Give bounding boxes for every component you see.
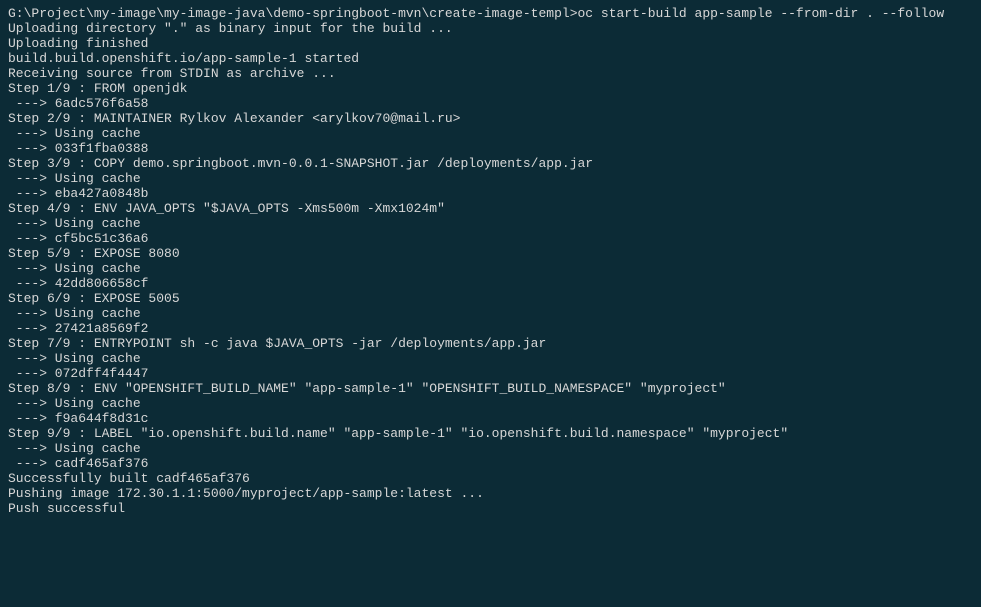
terminal-output-line: Step 8/9 : ENV "OPENSHIFT_BUILD_NAME" "a… <box>8 381 973 396</box>
terminal-output-line: ---> Using cache <box>8 351 973 366</box>
prompt: G:\Project\my-image\my-image-java\demo-s… <box>8 6 578 21</box>
terminal-output-line: ---> 072dff4f4447 <box>8 366 973 381</box>
terminal-output-line: ---> Using cache <box>8 396 973 411</box>
terminal-output-line: Successfully built cadf465af376 <box>8 471 973 486</box>
terminal-output-line: ---> 6adc576f6a58 <box>8 96 973 111</box>
terminal-output-line: Step 5/9 : EXPOSE 8080 <box>8 246 973 261</box>
prompt-line: G:\Project\my-image\my-image-java\demo-s… <box>8 6 973 21</box>
terminal-output-line: ---> Using cache <box>8 216 973 231</box>
terminal-output-line: Step 3/9 : COPY demo.springboot.mvn-0.0.… <box>8 156 973 171</box>
terminal-output-line: ---> Using cache <box>8 441 973 456</box>
terminal-output-line: ---> 033f1fba0388 <box>8 141 973 156</box>
terminal-output-line: Step 9/9 : LABEL "io.openshift.build.nam… <box>8 426 973 441</box>
terminal-window[interactable]: G:\Project\my-image\my-image-java\demo-s… <box>0 0 981 522</box>
terminal-output-line: ---> cf5bc51c36a6 <box>8 231 973 246</box>
terminal-output-line: ---> Using cache <box>8 126 973 141</box>
command-text: oc start-build app-sample --from-dir . -… <box>578 6 945 21</box>
terminal-output-line: ---> Using cache <box>8 261 973 276</box>
terminal-output-line: Push successful <box>8 501 973 516</box>
terminal-output-line: ---> cadf465af376 <box>8 456 973 471</box>
terminal-output-line: build.build.openshift.io/app-sample-1 st… <box>8 51 973 66</box>
terminal-output-line: ---> Using cache <box>8 306 973 321</box>
terminal-output-line: Uploading finished <box>8 36 973 51</box>
terminal-output-line: Step 6/9 : EXPOSE 5005 <box>8 291 973 306</box>
terminal-output-line: ---> eba427a0848b <box>8 186 973 201</box>
terminal-output-line: Step 7/9 : ENTRYPOINT sh -c java $JAVA_O… <box>8 336 973 351</box>
terminal-output-line: ---> 27421a8569f2 <box>8 321 973 336</box>
terminal-output-line: ---> Using cache <box>8 171 973 186</box>
terminal-output-block: Uploading directory "." as binary input … <box>8 21 973 516</box>
terminal-output-line: Uploading directory "." as binary input … <box>8 21 973 36</box>
terminal-output-line: Step 1/9 : FROM openjdk <box>8 81 973 96</box>
terminal-output-line: Step 2/9 : MAINTAINER Rylkov Alexander <… <box>8 111 973 126</box>
terminal-output-line: Receiving source from STDIN as archive .… <box>8 66 973 81</box>
terminal-output-line: ---> 42dd806658cf <box>8 276 973 291</box>
terminal-output-line: Pushing image 172.30.1.1:5000/myproject/… <box>8 486 973 501</box>
terminal-output-line: ---> f9a644f8d31c <box>8 411 973 426</box>
terminal-output-line: Step 4/9 : ENV JAVA_OPTS "$JAVA_OPTS -Xm… <box>8 201 973 216</box>
